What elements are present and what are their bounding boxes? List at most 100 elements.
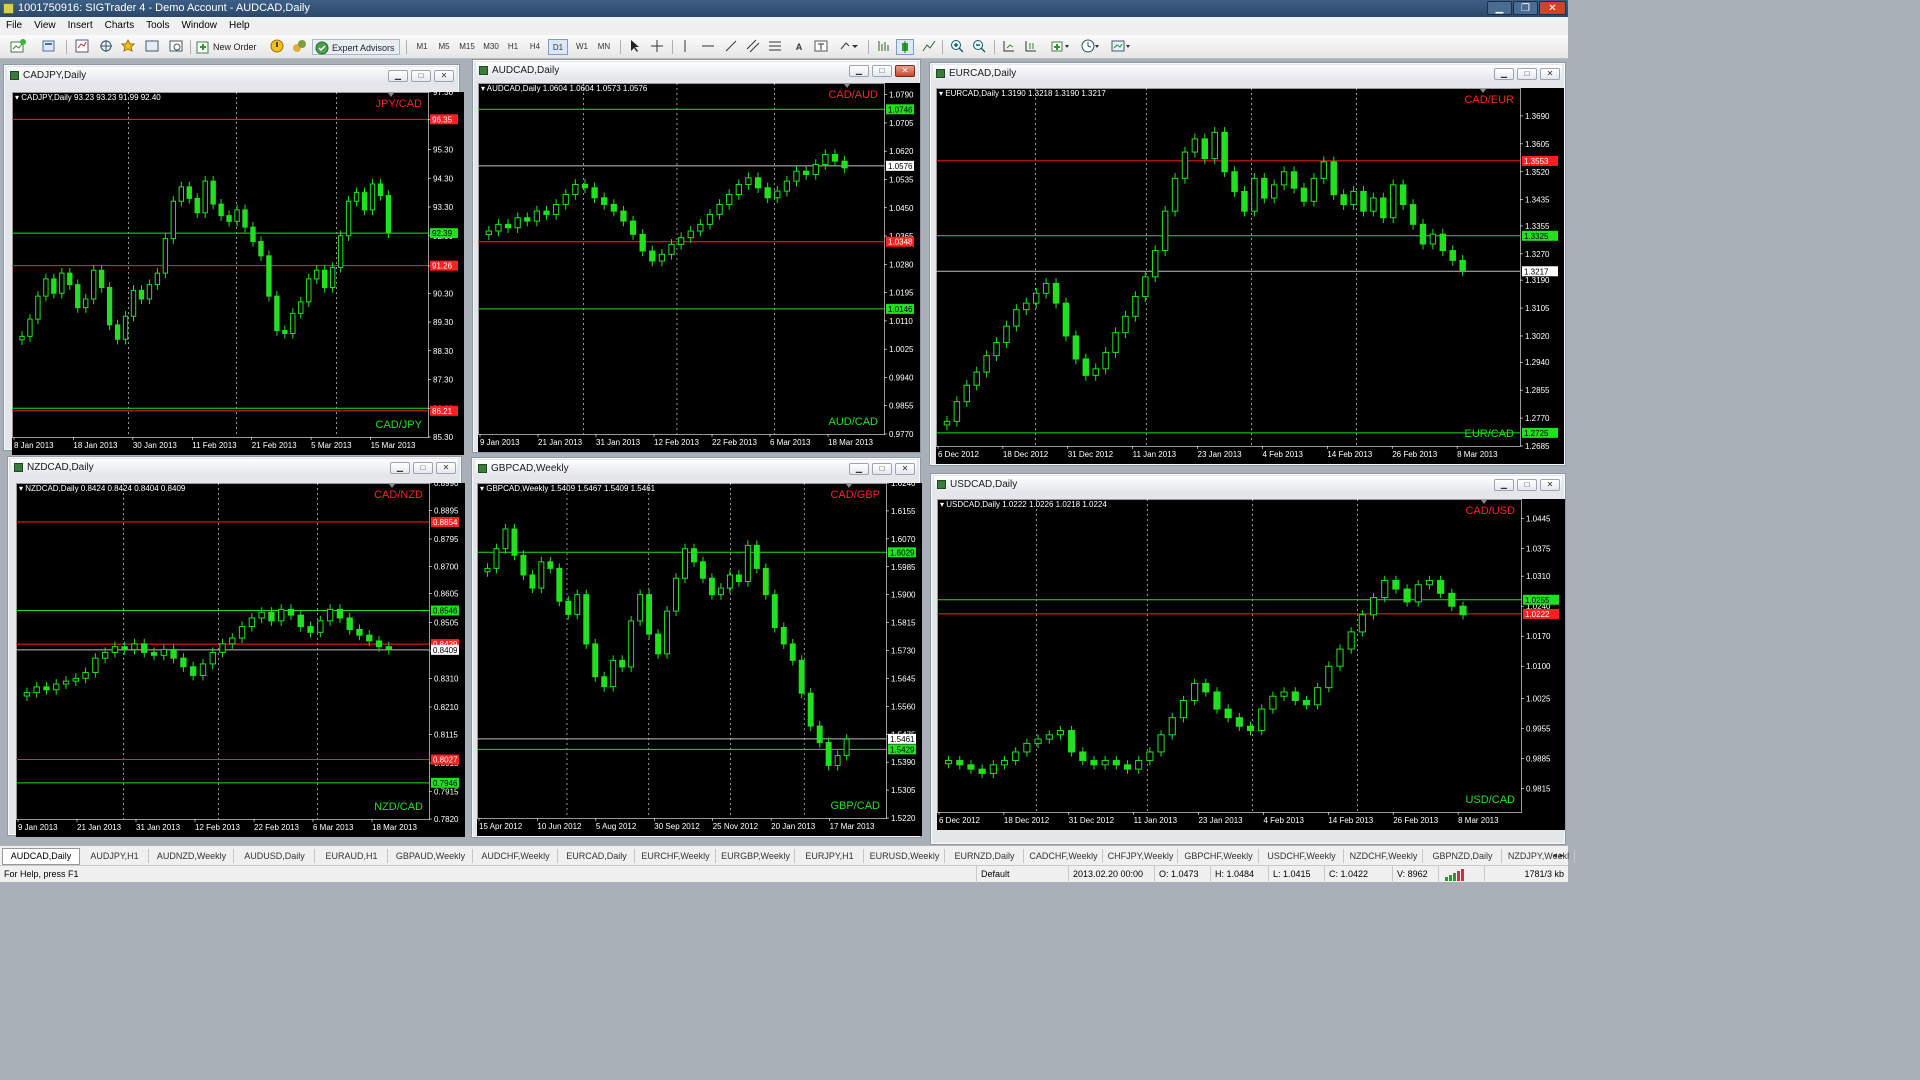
chart-minimize-button[interactable]: ▁ [1494,68,1514,80]
chart-window-caption[interactable]: AUDCAD,Daily ▁ □ ✕ [476,62,917,79]
chart-window-usdcad[interactable]: USDCAD,Daily ▁ □ ✕ 1.0445 1.0375 1.0310 1.0… [930,473,1566,845]
horizontal-line-icon[interactable] [700,39,716,55]
chart-tab[interactable]: USDCHF,Weekly [1260,849,1344,863]
text-label-icon[interactable] [812,39,830,55]
navigator-icon[interactable] [118,38,138,55]
arrows-icon[interactable] [836,39,862,55]
chart-window-eurcad[interactable]: EURCAD,Daily ▁ □ ✕ 1.3690 1.3605 1.3520 1.3… [929,62,1566,466]
chart-maximize-button[interactable]: □ [1517,68,1537,80]
chart-shift-icon[interactable] [1022,39,1040,55]
chart-tab[interactable]: AUDUSD,Daily [235,849,315,863]
chart-window-nzdcad[interactable]: NZDCAD,Daily ▁ □ ✕ 0.8990 0.8895 0.8795 0.8… [7,456,465,837]
channel-icon[interactable] [744,39,762,55]
menu-file[interactable]: File [0,17,28,35]
chart-window-gbpcad[interactable]: GBPCAD,Weekly ▁ □ ✕ 1.6240 1.6155 1.6070 1.… [471,457,922,838]
chart-window-cadjpy[interactable]: CADJPY,Daily ▁ □ ✕ 97.30 96.35 95.30 94.30 9… [3,64,464,455]
indicators-icon[interactable] [1048,39,1074,55]
autoscroll-icon[interactable] [1000,39,1018,55]
menu-tools[interactable]: Tools [140,17,175,35]
chart-canvas[interactable]: 1.0790 1.0705 1.0620 1.0535 1.0450 1.0365 1.02… [478,83,920,452]
chart-tab[interactable]: CADCHF,Weekly [1025,849,1103,863]
chart-close-button[interactable]: ✕ [1540,479,1560,491]
chart-minimize-button[interactable]: ▁ [388,70,408,82]
line-chart-icon[interactable] [920,39,938,55]
chart-tab[interactable]: NZDJPY,Weekl [1503,849,1575,863]
menu-window[interactable]: Window [175,17,223,35]
chart-tab[interactable]: EURAUD,H1 [316,849,388,863]
chart-maximize-button[interactable]: □ [1517,479,1537,491]
new-order-button[interactable]: New Order [196,39,264,55]
cursor-icon[interactable] [626,39,644,55]
period-mn-button[interactable]: MN [594,39,614,55]
trendline-icon[interactable] [722,39,740,55]
chart-canvas[interactable]: 1.0445 1.0375 1.0310 1.0240 1.0170 1.0100 1.00… [937,499,1565,830]
chart-minimize-button[interactable]: ▁ [849,463,869,475]
chart-close-button[interactable]: ✕ [895,463,915,475]
menu-charts[interactable]: Charts [99,17,140,35]
chart-tab[interactable]: AUDJPY,H1 [81,849,149,863]
text-tool-icon[interactable]: A [792,39,806,55]
profiles-icon[interactable] [36,39,62,55]
chart-window-caption[interactable]: GBPCAD,Weekly ▁ □ ✕ [475,460,917,477]
menu-insert[interactable]: Insert [62,17,99,35]
app-close-button[interactable]: ✕ [1539,1,1566,15]
chart-close-button[interactable]: ✕ [434,70,454,82]
chart-window-caption[interactable]: EURCAD,Daily ▁ □ ✕ [933,65,1562,82]
expert-advisors-button[interactable]: Expert Advisors [312,39,400,55]
period-h4-button[interactable]: H4 [526,39,544,55]
data-window-icon[interactable] [96,39,116,55]
zoom-in-icon[interactable] [948,39,966,55]
chart-close-button[interactable]: ✕ [1540,68,1560,80]
fibonacci-icon[interactable] [766,39,784,55]
chart-window-audcad[interactable]: AUDCAD,Daily ▁ □ ✕ 1.0790 1.0705 1.0620 1.0… [472,59,921,453]
chart-minimize-button[interactable]: ▁ [1494,479,1514,491]
period-m30-button[interactable]: M30 [480,39,502,55]
app-maximize-button[interactable]: ❐ [1513,1,1538,15]
period-h1-button[interactable]: H1 [504,39,522,55]
period-m5-button[interactable]: M5 [434,39,454,55]
period-w1-button[interactable]: W1 [572,39,592,55]
chart-maximize-button[interactable]: □ [872,463,892,475]
chart-maximize-button[interactable]: □ [872,65,892,77]
chart-tab[interactable]: GBPNZD,Daily [1424,849,1502,863]
chart-window-caption[interactable]: CADJPY,Daily ▁ □ ✕ [7,67,456,84]
chart-window-caption[interactable]: NZDCAD,Daily ▁ □ ✕ [11,459,458,476]
new-chart-icon[interactable] [6,39,30,55]
candlestick-icon[interactable] [896,39,914,55]
periods-clock-icon[interactable] [1078,39,1104,55]
period-m1-button[interactable]: M1 [412,39,432,55]
market-watch-icon[interactable] [72,39,92,55]
zoom-out-icon[interactable] [970,39,988,55]
metaeditor-icon[interactable] [290,39,308,55]
app-minimize-button[interactable]: ▁ [1487,1,1512,15]
period-d1-button[interactable]: D1 [548,39,568,55]
chart-maximize-button[interactable]: □ [411,70,431,82]
chart-minimize-button[interactable]: ▁ [849,65,869,77]
crosshair-icon[interactable] [648,39,666,55]
chart-tab[interactable]: AUDNZD,Weekly [150,849,234,863]
chart-tab[interactable]: GBPCHF,Weekly [1179,849,1259,863]
chart-tab[interactable]: EURCHF,Weekly [636,849,716,863]
chart-close-button[interactable]: ✕ [436,462,456,474]
chart-minimize-button[interactable]: ▁ [390,462,410,474]
period-m15-button[interactable]: M15 [456,39,478,55]
chart-tab[interactable]: EURCAD,Daily [559,849,635,863]
chart-tab[interactable]: AUDCHF,Weekly [474,849,558,863]
menu-view[interactable]: View [28,17,62,35]
bar-chart-icon[interactable] [874,39,892,55]
alert-icon[interactable] [268,39,286,55]
chart-canvas[interactable]: 0.8990 0.8895 0.8795 0.8700 0.8605 0.8505 0.84… [16,483,465,837]
chart-canvas[interactable]: 97.3096.3595.3094.3093.3092.3091.2590.30… [12,92,464,455]
chart-close-button[interactable]: ✕ [895,65,915,77]
chart-canvas[interactable]: 1.6240 1.6155 1.6070 1.5985 1.5900 1.5815 1.57… [477,483,922,836]
chart-canvas[interactable]: 1.3690 1.3605 1.3520 1.3435 1.3355 1.3270 1.31… [936,88,1564,464]
chart-tab[interactable]: AUDCAD,Daily [2,848,80,865]
chart-tab[interactable]: EURUSD,Weekly [865,849,945,863]
chart-window-caption[interactable]: USDCAD,Daily ▁ □ ✕ [934,476,1562,493]
tab-scroll-icon[interactable]: ◂ ▸ [1552,850,1564,861]
menu-help[interactable]: Help [223,17,256,35]
templates-icon[interactable] [1108,39,1134,55]
tester-icon[interactable] [166,39,186,55]
chart-tab[interactable]: EURNZD,Daily [946,849,1024,863]
chart-tab[interactable]: EURGBP,Weekly [717,849,795,863]
